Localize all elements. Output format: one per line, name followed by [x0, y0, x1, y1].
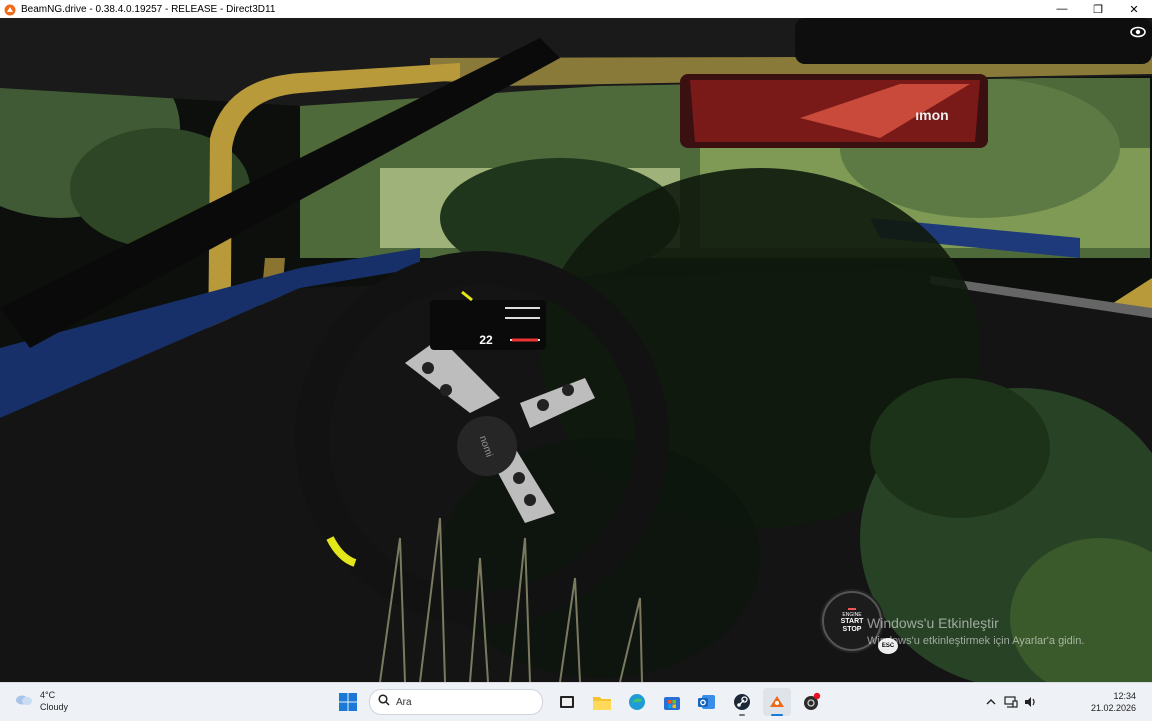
close-button[interactable]: ✕ — [1116, 0, 1152, 18]
minimize-button[interactable]: — — [1044, 0, 1080, 18]
start-button[interactable] — [334, 688, 362, 716]
taskbar-steam[interactable] — [728, 688, 756, 716]
weather-condition: Cloudy — [40, 702, 69, 712]
window-title: BeamNG.drive - 0.38.4.0.19257 - RELEASE … — [21, 3, 276, 15]
store-icon — [664, 697, 680, 710]
clock-date: 21.02.2026 — [1090, 703, 1136, 713]
taskbar-outlook[interactable] — [693, 688, 721, 716]
cloud-icon — [14, 692, 34, 711]
mirror-brand-text: ımon — [915, 107, 948, 123]
dash-speed-readout: 22 — [479, 333, 493, 347]
edge-browser-icon — [629, 694, 645, 710]
maximize-button[interactable]: ❐ — [1080, 0, 1116, 18]
weather-temperature: 4°C — [40, 690, 56, 700]
start-label: START — [840, 618, 864, 625]
windows-logo-icon — [339, 693, 357, 711]
volume-icon[interactable] — [1022, 693, 1040, 711]
engine-indicator-led — [848, 608, 856, 610]
steam-icon — [734, 694, 750, 710]
active-indicator — [771, 714, 783, 716]
game-app-icon — [804, 692, 821, 710]
system-tray — [980, 693, 1040, 711]
watermark-subtitle: Windows'u etkinleştirmek için Ayarlar'a … — [867, 635, 1085, 647]
mail-app-icon — [698, 695, 715, 709]
taskbar-file-explorer[interactable] — [588, 688, 616, 716]
folder-icon — [593, 696, 611, 710]
beamng-app-icon — [4, 3, 16, 16]
taskbar-task-view[interactable] — [553, 688, 581, 716]
game-viewport[interactable]: ımon nomi 22 ENGINE START STOP ESC Windo… — [0, 18, 1152, 682]
taskbar-game-app[interactable] — [798, 688, 826, 716]
stop-label: STOP — [842, 626, 862, 633]
camera-eye-icon[interactable] — [1130, 24, 1146, 40]
search-placeholder: Ara — [396, 696, 412, 708]
taskbar-store[interactable] — [658, 688, 686, 716]
network-icon[interactable] — [1002, 693, 1020, 711]
watermark-title: Windows'u Etkinleştir — [867, 615, 999, 631]
beamng-icon — [770, 696, 784, 707]
activation-watermark: Windows'u Etkinleştir Windows'u etkinleş… — [867, 615, 1084, 647]
taskbar-clock[interactable]: 12:34 21.02.2026 — [1091, 690, 1136, 714]
taskbar-beamng[interactable] — [763, 688, 791, 716]
running-indicator — [739, 714, 745, 716]
weather-widget[interactable]: 4°C Cloudy — [14, 689, 68, 713]
taskbar-search[interactable]: Ara — [369, 689, 543, 715]
window-titlebar[interactable]: BeamNG.drive - 0.38.4.0.19257 - RELEASE … — [0, 0, 1152, 18]
task-view-icon — [560, 696, 574, 708]
clock-time: 12:34 — [1113, 691, 1136, 701]
chevron-up-icon[interactable] — [982, 693, 1000, 711]
taskbar-edge[interactable] — [623, 688, 651, 716]
search-icon — [378, 693, 390, 711]
cockpit-scene: ımon nomi 22 — [0, 18, 1152, 682]
windows-taskbar: 4°C Cloudy Ara 12:34 21.02.2026 — [0, 682, 1152, 721]
